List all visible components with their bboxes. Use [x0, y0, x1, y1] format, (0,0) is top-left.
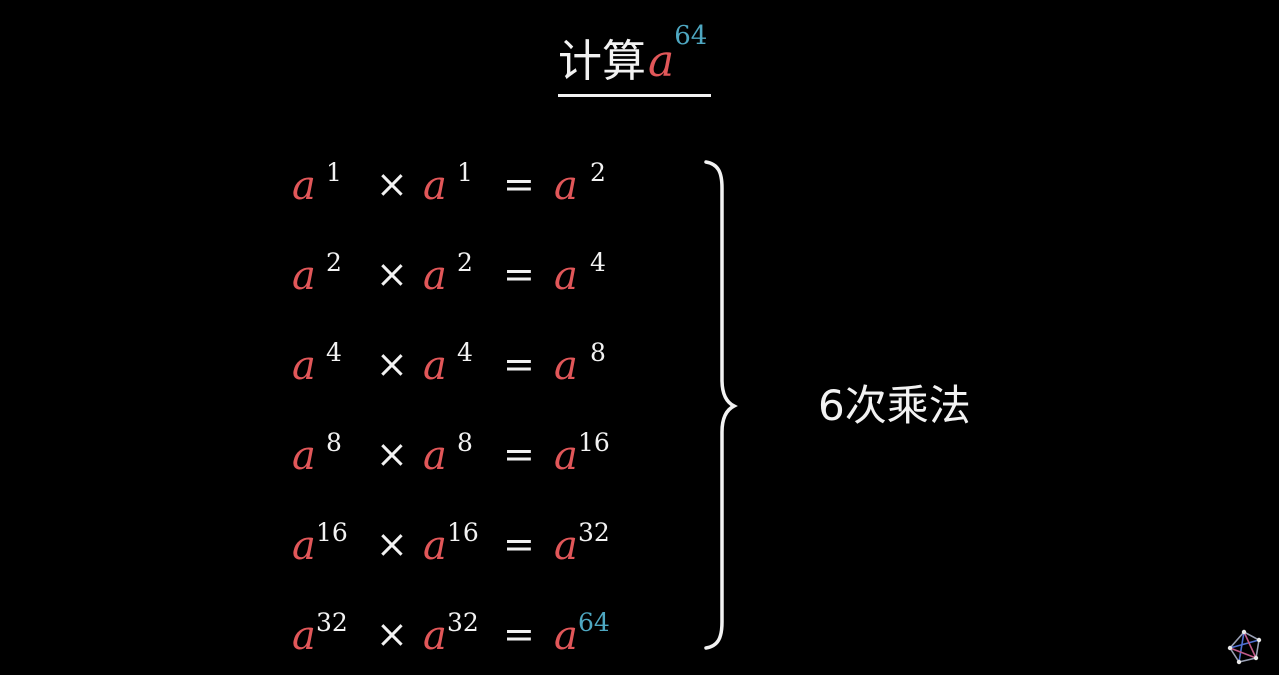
exponent: 16 [316, 518, 348, 547]
base-a: a [423, 343, 447, 389]
equals-sign: = [503, 342, 535, 386]
base-a: a [554, 523, 578, 569]
base-a: a [554, 343, 578, 389]
times-sign: × [376, 252, 408, 296]
times-sign: × [376, 432, 408, 476]
base-a: a [554, 163, 578, 209]
times-sign: × [376, 522, 408, 566]
equals-sign: = [503, 252, 535, 296]
equation-row: a 1 × a 1 = a 2 [292, 160, 692, 220]
exponent: 4 [590, 248, 606, 277]
channel-logo-icon [1227, 629, 1262, 665]
base-a: a [292, 253, 316, 299]
base-a: a [292, 343, 316, 389]
times-sign: × [376, 162, 408, 206]
exponent: 32 [447, 608, 479, 637]
title-underline [558, 94, 711, 97]
equation-row: a 16 × a 16 = a 32 [292, 520, 692, 580]
base-a: a [292, 613, 316, 659]
times-sign: × [376, 342, 408, 386]
title: 计算 a 64 [558, 21, 707, 90]
times-sign: × [376, 612, 408, 656]
equals-sign: = [503, 432, 535, 476]
equals-sign: = [503, 522, 535, 566]
exponent: 8 [457, 428, 473, 457]
base-a: a [423, 163, 447, 209]
base-a: a [292, 163, 316, 209]
exponent: 8 [326, 428, 342, 457]
exponent: 1 [326, 158, 342, 187]
title-variable: a [648, 36, 675, 87]
exponent: 2 [590, 158, 606, 187]
exponent: 8 [590, 338, 606, 367]
exponent: 32 [316, 608, 348, 637]
equation-row: a 2 × a 2 = a 4 [292, 250, 692, 310]
exponent: 64 [578, 608, 610, 637]
base-a: a [554, 613, 578, 659]
base-a: a [292, 433, 316, 479]
multiplication-count-label: 6次乘法 [818, 381, 971, 430]
exponent: 2 [326, 248, 342, 277]
base-a: a [423, 523, 447, 569]
exponent: 16 [578, 428, 610, 457]
title-prefix: 计算 [558, 36, 646, 87]
exponent: 16 [447, 518, 479, 547]
exponent: 1 [457, 158, 473, 187]
base-a: a [554, 253, 578, 299]
right-curly-brace [704, 160, 738, 650]
base-a: a [423, 253, 447, 299]
equals-sign: = [503, 162, 535, 206]
base-a: a [423, 613, 447, 659]
base-a: a [554, 433, 578, 479]
equation-row: a 8 × a 8 = a 16 [292, 430, 692, 490]
exponent: 4 [457, 338, 473, 367]
title-exponent: 64 [674, 21, 708, 51]
exponent: 4 [326, 338, 342, 367]
equation-row: a 4 × a 4 = a 8 [292, 340, 692, 400]
base-a: a [292, 523, 316, 569]
base-a: a [423, 433, 447, 479]
equals-sign: = [503, 612, 535, 656]
exponent: 2 [457, 248, 473, 277]
equation-row: a 32 × a 32 = a 64 [292, 610, 692, 670]
exponent: 32 [578, 518, 610, 547]
